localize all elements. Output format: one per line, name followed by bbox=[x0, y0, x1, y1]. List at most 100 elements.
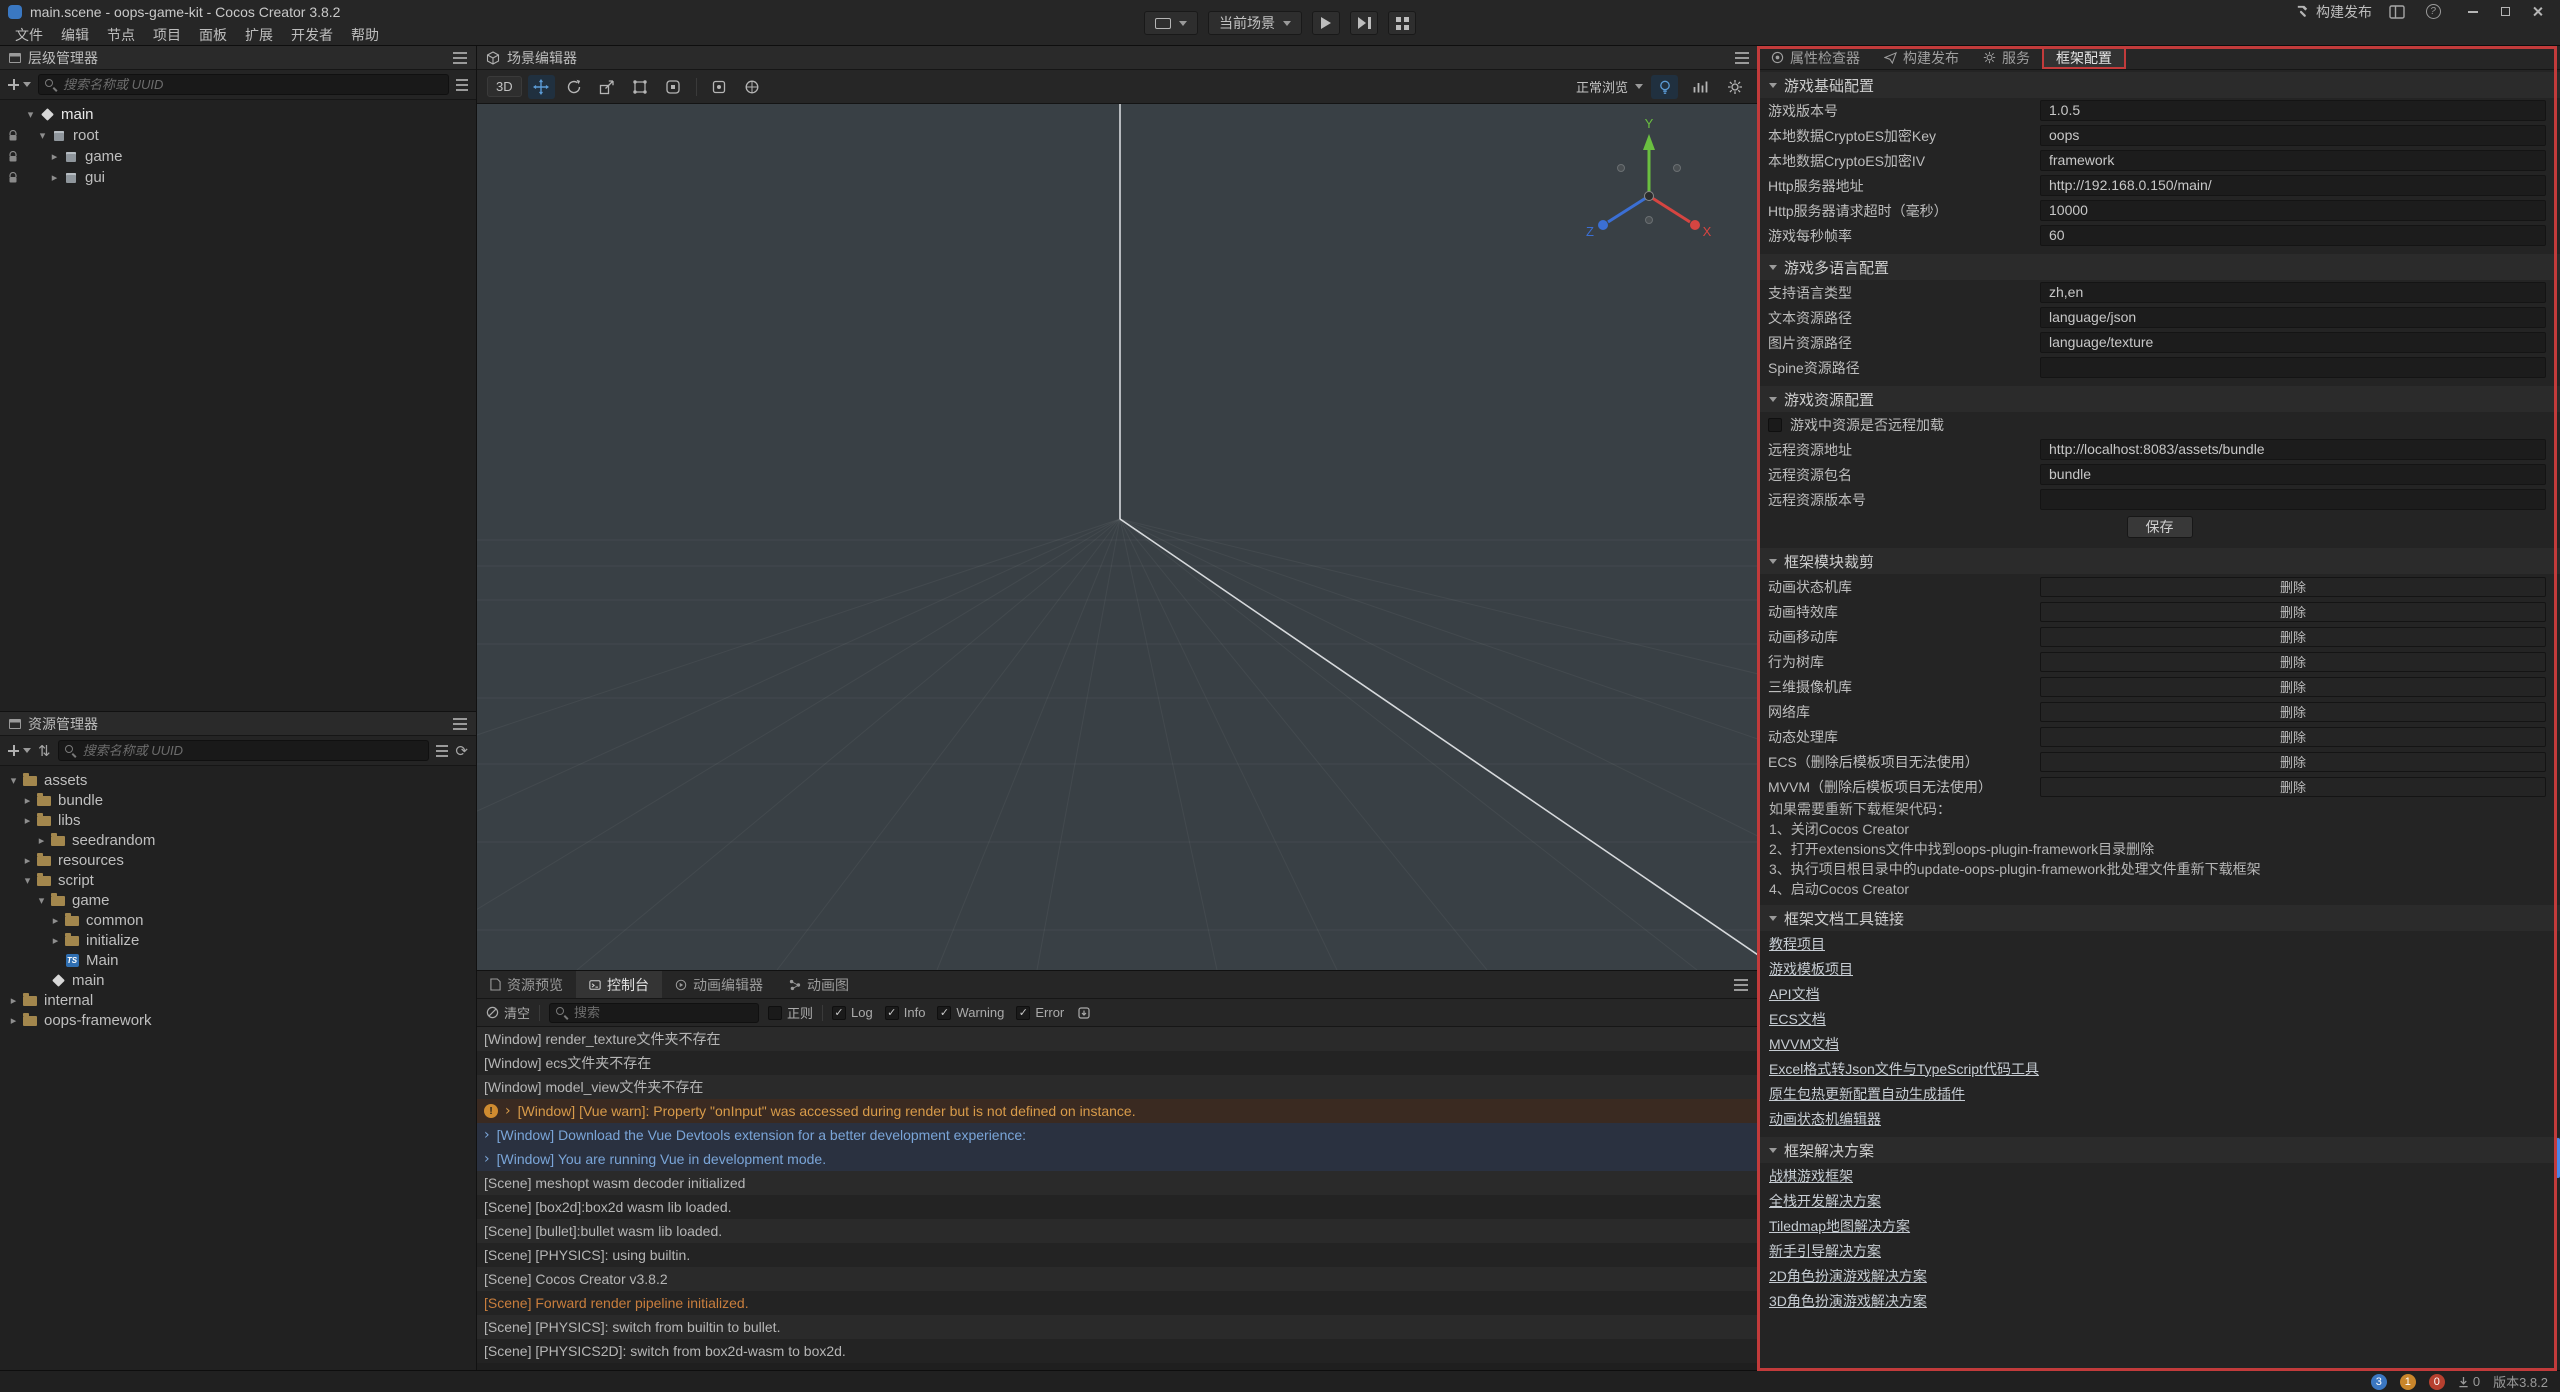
delete-module-button[interactable]: 删除 bbox=[2040, 677, 2546, 697]
regex-checkbox-item[interactable]: 正则 bbox=[768, 1003, 813, 1022]
section-language-config[interactable]: 游戏多语言配置 bbox=[1759, 254, 2560, 280]
menu-item[interactable]: 编辑 bbox=[52, 25, 98, 45]
section-solutions[interactable]: 框架解决方案 bbox=[1759, 1137, 2560, 1163]
lock-icon[interactable] bbox=[4, 130, 21, 142]
log-row[interactable]: [Scene] meshopt wasm decoder initialized bbox=[477, 1171, 1758, 1195]
panel-menu-icon[interactable] bbox=[453, 723, 467, 725]
expand-arrow[interactable]: ▸ bbox=[47, 171, 62, 184]
coordinate-toggle[interactable] bbox=[739, 75, 766, 99]
ui-transform-tool[interactable] bbox=[660, 75, 687, 99]
scene-viewport[interactable]: Y X Z bbox=[477, 104, 1758, 970]
save-button[interactable]: 保存 bbox=[2127, 516, 2193, 538]
tree-node[interactable]: ▸ gui bbox=[0, 167, 476, 188]
delete-module-button[interactable]: 删除 bbox=[2040, 627, 2546, 647]
solution-link[interactable]: Tiledmap地图解决方案 bbox=[1769, 1216, 1910, 1236]
preview-grid-button[interactable] bbox=[1388, 11, 1416, 35]
field-value[interactable] bbox=[2040, 489, 2546, 510]
field-value[interactable]: framework bbox=[2040, 150, 2546, 171]
filter-checkbox[interactable] bbox=[832, 1006, 846, 1020]
download-counter[interactable]: 0 bbox=[2458, 1374, 2480, 1389]
filter-item[interactable]: Log bbox=[832, 1005, 873, 1020]
tree-node[interactable]: ▾ root bbox=[0, 125, 476, 146]
log-row[interactable]: [Scene] Cocos Creator v3.8.2 bbox=[477, 1267, 1758, 1291]
warning-count-badge[interactable]: 1 bbox=[2400, 1374, 2416, 1390]
solution-link[interactable]: 全栈开发解决方案 bbox=[1769, 1191, 1881, 1211]
play-button[interactable] bbox=[1312, 11, 1340, 35]
menu-item[interactable]: 面板 bbox=[190, 25, 236, 45]
section-doc-links[interactable]: 框架文档工具链接 bbox=[1759, 905, 2560, 931]
tab-console[interactable]: 控制台 bbox=[576, 971, 662, 998]
filter-item[interactable]: Info bbox=[885, 1005, 926, 1020]
delete-module-button[interactable]: 删除 bbox=[2040, 777, 2546, 797]
log-expand-arrow[interactable]: › bbox=[484, 1151, 490, 1167]
hierarchy-search-input[interactable] bbox=[38, 74, 449, 95]
field-value[interactable]: 60 bbox=[2040, 225, 2546, 246]
solution-link[interactable]: 2D角色扮演游戏解决方案 bbox=[1769, 1266, 1927, 1286]
mode-3d-toggle[interactable]: 3D bbox=[487, 76, 522, 97]
tab-asset-preview[interactable]: 资源预览 bbox=[477, 971, 576, 998]
expand-arrow[interactable]: ▸ bbox=[20, 854, 35, 867]
pivot-toggle[interactable] bbox=[706, 75, 733, 99]
maximize-button[interactable] bbox=[2490, 2, 2520, 22]
error-count-badge[interactable]: 0 bbox=[2429, 1374, 2445, 1390]
delete-module-button[interactable]: 删除 bbox=[2040, 702, 2546, 722]
menu-item[interactable]: 节点 bbox=[98, 25, 144, 45]
expand-arrow[interactable]: ▾ bbox=[6, 774, 21, 787]
minimize-button[interactable] bbox=[2458, 2, 2488, 22]
solution-link[interactable]: 3D角色扮演游戏解决方案 bbox=[1769, 1291, 1927, 1311]
asset-node[interactable]: ▾ script bbox=[0, 870, 476, 890]
doc-link[interactable]: MVVM文档 bbox=[1769, 1034, 1839, 1054]
expand-arrow[interactable]: ▾ bbox=[20, 874, 35, 887]
doc-link[interactable]: Excel格式转Json文件与TypeScript代码工具 bbox=[1769, 1059, 2039, 1079]
expand-arrow[interactable]: ▾ bbox=[35, 129, 50, 142]
expand-arrow[interactable]: ▸ bbox=[34, 834, 49, 847]
filter-checkbox[interactable] bbox=[937, 1006, 951, 1020]
scale-tool[interactable] bbox=[594, 75, 621, 99]
field-value[interactable]: 10000 bbox=[2040, 200, 2546, 221]
help-icon[interactable] bbox=[2422, 3, 2444, 21]
scene-settings-gear-icon[interactable] bbox=[1721, 75, 1748, 99]
move-tool[interactable] bbox=[528, 75, 555, 99]
solution-link[interactable]: 战棋游戏框架 bbox=[1769, 1166, 1853, 1186]
doc-link[interactable]: 原生包热更新配置自动生成插件 bbox=[1769, 1084, 1965, 1104]
remote-load-checkbox[interactable] bbox=[1768, 418, 1782, 432]
menu-item[interactable]: 帮助 bbox=[342, 25, 388, 45]
create-asset-button[interactable] bbox=[8, 745, 31, 756]
tab-services[interactable]: 服务 bbox=[1971, 46, 2042, 69]
scene-selector[interactable]: 当前场景 bbox=[1208, 11, 1302, 35]
tab-animation-graph[interactable]: 动画图 bbox=[776, 971, 862, 998]
info-count-badge[interactable]: 3 bbox=[2371, 1374, 2387, 1390]
rotate-tool[interactable] bbox=[561, 75, 588, 99]
panel-menu-icon[interactable] bbox=[1735, 57, 1749, 59]
doc-link[interactable]: 动画状态机编辑器 bbox=[1769, 1109, 1881, 1129]
log-row[interactable]: [Scene] Forward render pipeline initiali… bbox=[477, 1291, 1758, 1315]
step-button[interactable] bbox=[1350, 11, 1378, 35]
scene-stats-icon[interactable] bbox=[1686, 75, 1713, 99]
log-row[interactable]: › [Window] You are running Vue in develo… bbox=[477, 1147, 1758, 1171]
field-value[interactable]: zh,en bbox=[2040, 282, 2546, 303]
tab-animation-editor[interactable]: 动画编辑器 bbox=[662, 971, 776, 998]
lock-icon[interactable] bbox=[4, 172, 21, 184]
lighting-toggle[interactable] bbox=[1651, 75, 1678, 99]
menu-item[interactable]: 开发者 bbox=[282, 25, 342, 45]
rect-tool[interactable] bbox=[627, 75, 654, 99]
field-value[interactable]: language/json bbox=[2040, 307, 2546, 328]
collapse-logs-icon[interactable] bbox=[1073, 1004, 1095, 1022]
panel-menu-icon[interactable] bbox=[453, 57, 467, 59]
field-value[interactable]: language/texture bbox=[2040, 332, 2546, 353]
asset-node[interactable]: ▾ assets bbox=[0, 770, 476, 790]
log-row[interactable]: [Scene] [box2d]:box2d wasm lib loaded. bbox=[477, 1195, 1758, 1219]
doc-link[interactable]: 游戏模板项目 bbox=[1769, 959, 1853, 979]
asset-node[interactable]: ▸ internal bbox=[0, 990, 476, 1010]
menu-item[interactable]: 扩展 bbox=[236, 25, 282, 45]
asset-node[interactable]: ▸ resources bbox=[0, 850, 476, 870]
delete-module-button[interactable]: 删除 bbox=[2040, 727, 2546, 747]
asset-node[interactable]: ▸ oops-framework bbox=[0, 1010, 476, 1030]
menu-item[interactable]: 项目 bbox=[144, 25, 190, 45]
log-expand-arrow[interactable]: › bbox=[505, 1103, 511, 1119]
regex-checkbox[interactable] bbox=[768, 1006, 782, 1020]
delete-module-button[interactable]: 删除 bbox=[2040, 652, 2546, 672]
doc-link[interactable]: ECS文档 bbox=[1769, 1009, 1826, 1029]
close-button[interactable] bbox=[2522, 2, 2552, 22]
asset-node[interactable]: ▾ game bbox=[0, 890, 476, 910]
